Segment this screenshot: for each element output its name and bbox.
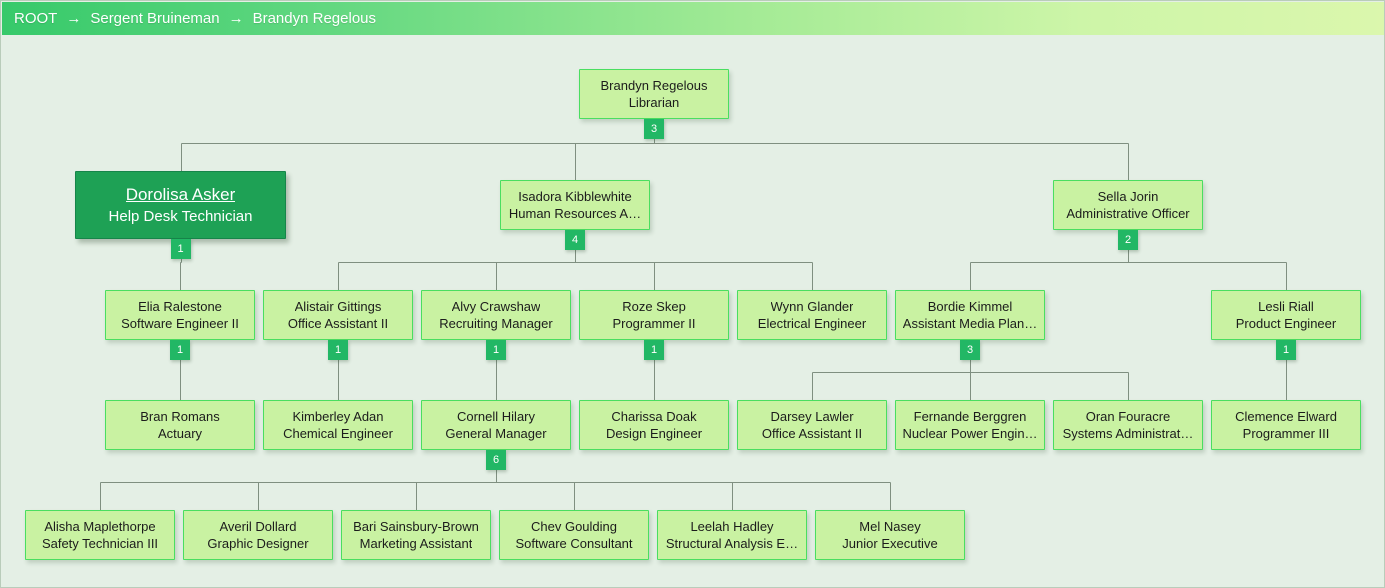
org-node-cornell[interactable]: Cornell Hilary General Manager <box>421 400 571 450</box>
node-child-count-badge[interactable]: 1 <box>328 340 348 360</box>
node-person-name: Brandyn Regelous <box>600 78 708 93</box>
node-job-title: Nuclear Power Engin… <box>902 426 1038 441</box>
node-person-name: Alisha Maplethorpe <box>44 519 156 534</box>
node-person-name: Cornell Hilary <box>456 409 536 424</box>
node-person-name: Fernande Berggren <box>913 409 1027 424</box>
org-node-leelah[interactable]: Leelah Hadley Structural Analysis E… <box>657 510 807 560</box>
node-child-count-badge[interactable]: 6 <box>486 450 506 470</box>
node-person-name: Averil Dollard <box>219 519 297 534</box>
node-child-count-badge[interactable]: 2 <box>1118 230 1138 250</box>
org-node-oran[interactable]: Oran Fouracre Systems Administrat… <box>1053 400 1203 450</box>
node-job-title: Recruiting Manager <box>439 316 553 331</box>
node-person-name: Bordie Kimmel <box>927 299 1013 314</box>
node-child-count-badge[interactable]: 4 <box>565 230 585 250</box>
node-job-title: Safety Technician III <box>41 536 159 551</box>
node-job-title: Software Consultant <box>515 536 633 551</box>
org-node-alisha[interactable]: Alisha Maplethorpe Safety Technician III <box>25 510 175 560</box>
org-node-bari[interactable]: Bari Sainsbury-Brown Marketing Assistant <box>341 510 491 560</box>
node-job-title: Chemical Engineer <box>283 426 393 441</box>
node-job-title: General Manager <box>445 426 547 441</box>
org-node-bran[interactable]: Bran Romans Actuary <box>105 400 255 450</box>
node-job-title: Junior Executive <box>842 536 938 551</box>
org-node-clemence[interactable]: Clemence Elward Programmer III <box>1211 400 1361 450</box>
node-person-name: Oran Fouracre <box>1085 409 1171 424</box>
node-child-count-badge[interactable]: 1 <box>170 340 190 360</box>
node-person-name: Isadora Kibblewhite <box>518 189 632 204</box>
node-person-name: Dorolisa Asker <box>125 185 236 204</box>
node-person-name: Lesli Riall <box>1258 299 1314 314</box>
node-job-title: Structural Analysis E… <box>665 536 799 551</box>
node-job-title: Help Desk Technician <box>108 208 253 225</box>
node-job-title: Administrative Officer <box>1066 206 1190 221</box>
node-person-name: Bran Romans <box>140 409 220 424</box>
node-person-name: Roze Skep <box>622 299 686 314</box>
node-child-count-badge[interactable]: 1 <box>486 340 506 360</box>
node-person-name: Mel Nasey <box>859 519 921 534</box>
org-node-alistair[interactable]: Alistair Gittings Office Assistant II <box>263 290 413 340</box>
node-person-name: Wynn Glander <box>770 299 854 314</box>
org-node-mel[interactable]: Mel Nasey Junior Executive <box>815 510 965 560</box>
org-node-fernande[interactable]: Fernande Berggren Nuclear Power Engin… <box>895 400 1045 450</box>
node-child-count-badge[interactable]: 1 <box>1276 340 1296 360</box>
node-job-title: Software Engineer II <box>121 316 239 331</box>
org-node-roze[interactable]: Roze Skep Programmer II <box>579 290 729 340</box>
node-child-count-badge[interactable]: 3 <box>960 340 980 360</box>
node-job-title: Electrical Engineer <box>757 316 867 331</box>
node-child-count-badge[interactable]: 3 <box>644 119 664 139</box>
node-job-title: Actuary <box>157 426 203 441</box>
org-node-alvy[interactable]: Alvy Crawshaw Recruiting Manager <box>421 290 571 340</box>
org-node-isadora[interactable]: Isadora Kibblewhite Human Resources A… <box>500 180 650 230</box>
org-node-brandyn[interactable]: Brandyn Regelous Librarian <box>579 69 729 119</box>
node-person-name: Kimberley Adan <box>292 409 384 424</box>
node-child-count-badge[interactable]: 1 <box>644 340 664 360</box>
node-person-name: Bari Sainsbury-Brown <box>353 519 479 534</box>
node-job-title: Marketing Assistant <box>359 536 473 551</box>
node-job-title: Office Assistant II <box>287 316 389 331</box>
node-person-name: Charissa Doak <box>611 409 697 424</box>
node-person-name: Elia Ralestone <box>138 299 222 314</box>
node-person-name: Alvy Crawshaw <box>451 299 541 314</box>
org-node-bordie[interactable]: Bordie Kimmel Assistant Media Plan… <box>895 290 1045 340</box>
org-node-dorolisa[interactable]: Dorolisa Asker Help Desk Technician <box>75 171 286 239</box>
node-job-title: Programmer II <box>612 316 696 331</box>
node-job-title: Librarian <box>628 95 680 110</box>
node-child-count-badge[interactable]: 1 <box>170 239 191 259</box>
node-person-name: Sella Jorin <box>1097 189 1159 204</box>
node-person-name: Leelah Hadley <box>690 519 774 534</box>
org-node-kimberley[interactable]: Kimberley Adan Chemical Engineer <box>263 400 413 450</box>
node-person-name: Clemence Elward <box>1235 409 1337 424</box>
node-job-title: Design Engineer <box>605 426 703 441</box>
org-node-darsey[interactable]: Darsey Lawler Office Assistant II <box>737 400 887 450</box>
org-node-sella[interactable]: Sella Jorin Administrative Officer <box>1053 180 1203 230</box>
org-node-chev[interactable]: Chev Goulding Software Consultant <box>499 510 649 560</box>
node-person-name: Alistair Gittings <box>294 299 382 314</box>
node-job-title: Graphic Designer <box>207 536 309 551</box>
org-node-wynn[interactable]: Wynn Glander Electrical Engineer <box>737 290 887 340</box>
node-job-title: Product Engineer <box>1235 316 1337 331</box>
node-person-name: Chev Goulding <box>531 519 617 534</box>
org-node-averil[interactable]: Averil Dollard Graphic Designer <box>183 510 333 560</box>
org-node-elia[interactable]: Elia Ralestone Software Engineer II <box>105 290 255 340</box>
node-job-title: Programmer III <box>1242 426 1330 441</box>
node-job-title: Systems Administrat… <box>1062 426 1194 441</box>
org-chart-canvas: ROOT → Sergent Bruineman → Brandyn Regelous … <box>0 0 1385 588</box>
node-job-title: Human Resources A… <box>508 206 642 221</box>
node-job-title: Assistant Media Plan… <box>902 316 1038 331</box>
node-job-title: Office Assistant II <box>761 426 863 441</box>
org-node-lesli[interactable]: Lesli Riall Product Engineer <box>1211 290 1361 340</box>
org-node-charissa[interactable]: Charissa Doak Design Engineer <box>579 400 729 450</box>
node-person-name: Darsey Lawler <box>770 409 854 424</box>
